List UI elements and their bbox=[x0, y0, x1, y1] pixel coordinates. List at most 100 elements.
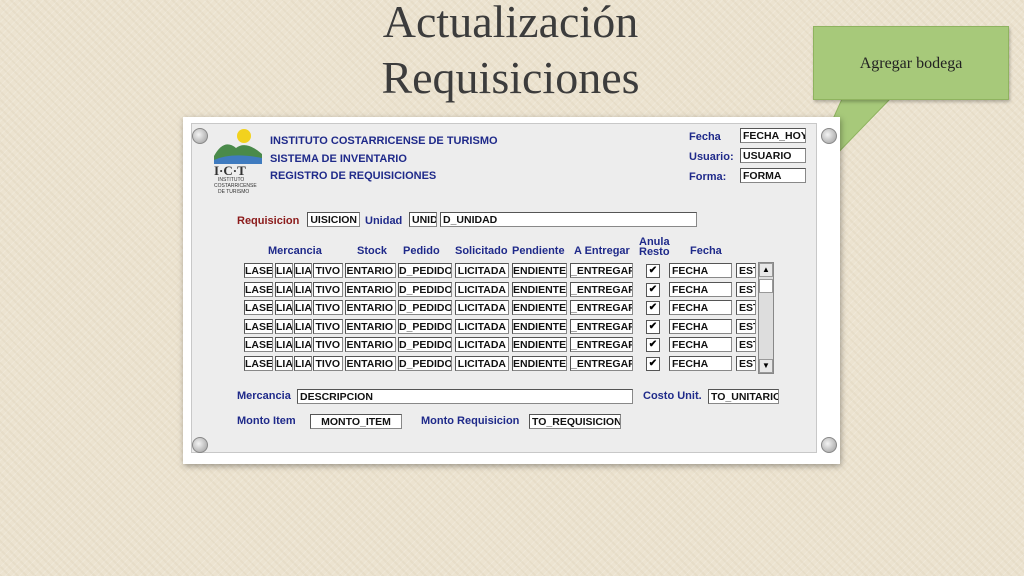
cell-entregar[interactable]: _ENTREGAR bbox=[570, 337, 633, 353]
cell-c2[interactable]: LIA bbox=[275, 300, 293, 316]
cell-c3[interactable]: LIA bbox=[294, 318, 312, 334]
col-header-pendiente: Pendiente bbox=[512, 245, 565, 257]
cell-fecha[interactable]: FECHA bbox=[669, 318, 732, 334]
col-header-a-entregar: A Entregar bbox=[574, 245, 630, 257]
cell-solicitado[interactable]: LICITADA bbox=[455, 263, 509, 278]
scroll-up-icon[interactable]: ▲ bbox=[759, 263, 773, 277]
unidad-code-field[interactable]: UNID bbox=[409, 212, 437, 227]
anula-checkbox[interactable]: ✔ bbox=[646, 301, 660, 316]
cell-stock[interactable]: ENTARIO bbox=[345, 337, 396, 353]
cell-solicitado[interactable]: LICITADA bbox=[455, 337, 509, 353]
col-header-resto: Resto bbox=[639, 246, 670, 258]
anula-checkbox[interactable]: ✔ bbox=[646, 319, 660, 334]
cell-stock[interactable]: ENTARIO bbox=[345, 263, 396, 278]
cell-entregar[interactable]: _ENTREGAR bbox=[570, 300, 633, 316]
requisicion-field[interactable]: UISICION bbox=[307, 212, 360, 227]
cell-est[interactable]: EST bbox=[736, 356, 756, 371]
cell-c3[interactable]: LIA bbox=[294, 300, 312, 316]
anula-checkbox[interactable]: ✔ bbox=[646, 338, 660, 353]
costo-label: Costo Unit. bbox=[643, 390, 702, 402]
cell-est[interactable]: EST bbox=[736, 281, 756, 297]
forma-field[interactable]: FORMA bbox=[740, 168, 806, 183]
monto-item-field[interactable]: MONTO_ITEM bbox=[310, 414, 402, 429]
cell-fecha[interactable]: FECHA bbox=[669, 281, 732, 297]
cell-c1[interactable]: LASE bbox=[244, 263, 273, 278]
cell-est[interactable]: EST bbox=[736, 300, 756, 316]
cell-c2[interactable]: LIA bbox=[275, 281, 293, 297]
scroll-down-icon[interactable]: ▼ bbox=[759, 359, 773, 373]
cell-solicitado[interactable]: LICITADA bbox=[455, 318, 509, 334]
cell-stock[interactable]: ENTARIO bbox=[345, 318, 396, 334]
cell-c4[interactable]: TIVO bbox=[313, 318, 343, 334]
pin-icon bbox=[821, 437, 837, 453]
cell-pedido[interactable]: D_PEDIDO bbox=[398, 337, 452, 353]
cell-c3[interactable]: LIA bbox=[294, 281, 312, 297]
cell-entregar[interactable]: _ENTREGAR bbox=[570, 318, 633, 334]
cell-pendiente[interactable]: ENDIENTE bbox=[512, 337, 567, 353]
cell-pendiente[interactable]: ENDIENTE bbox=[512, 356, 567, 371]
cell-est[interactable]: EST bbox=[736, 263, 756, 278]
cell-fecha[interactable]: FECHA bbox=[669, 337, 732, 353]
cell-c2[interactable]: LIA bbox=[275, 337, 293, 353]
fecha-field[interactable]: FECHA_HOY bbox=[740, 128, 806, 143]
cell-est[interactable]: EST bbox=[736, 318, 756, 334]
anula-checkbox[interactable]: ✔ bbox=[646, 264, 660, 278]
cell-pedido[interactable]: D_PEDIDO bbox=[398, 281, 452, 297]
mercancia-desc-field[interactable]: DESCRIPCION bbox=[297, 389, 633, 404]
pin-icon bbox=[192, 128, 208, 144]
cell-c4[interactable]: TIVO bbox=[313, 263, 343, 278]
pin-icon bbox=[821, 128, 837, 144]
cell-pedido[interactable]: D_PEDIDO bbox=[398, 300, 452, 316]
ict-logo-icon bbox=[214, 129, 262, 164]
module-name: REGISTRO DE REQUISICIONES bbox=[270, 170, 437, 182]
cell-pedido[interactable]: D_PEDIDO bbox=[398, 263, 452, 278]
cell-entregar[interactable]: _ENTREGAR bbox=[570, 356, 633, 371]
anula-checkbox[interactable]: ✔ bbox=[646, 357, 660, 371]
cell-pedido[interactable]: D_PEDIDO bbox=[398, 318, 452, 334]
cell-fecha[interactable]: FECHA bbox=[669, 300, 732, 316]
cell-solicitado[interactable]: LICITADA bbox=[455, 281, 509, 297]
cell-solicitado[interactable]: LICITADA bbox=[455, 300, 509, 316]
usuario-field[interactable]: USUARIO bbox=[740, 148, 806, 163]
cell-entregar[interactable]: _ENTREGAR bbox=[570, 281, 633, 297]
cell-entregar[interactable]: _ENTREGAR bbox=[570, 263, 633, 278]
cell-stock[interactable]: ENTARIO bbox=[345, 300, 396, 316]
cell-c1[interactable]: LASE bbox=[244, 281, 273, 297]
cell-c2[interactable]: LIA bbox=[275, 356, 293, 371]
cell-pedido[interactable]: D_PEDIDO bbox=[398, 356, 452, 371]
cell-pendiente[interactable]: ENDIENTE bbox=[512, 318, 567, 334]
scroll-thumb[interactable] bbox=[759, 279, 773, 293]
cell-pendiente[interactable]: ENDIENTE bbox=[512, 281, 567, 297]
cell-stock[interactable]: ENTARIO bbox=[345, 356, 396, 371]
cell-pendiente[interactable]: ENDIENTE bbox=[512, 300, 567, 316]
fecha-label: Fecha bbox=[689, 131, 721, 143]
cell-solicitado[interactable]: LICITADA bbox=[455, 356, 509, 371]
cell-c1[interactable]: LASE bbox=[244, 356, 273, 371]
table-scrollbar[interactable]: ▲ ▼ bbox=[758, 262, 774, 374]
cell-c3[interactable]: LIA bbox=[294, 263, 312, 278]
cell-c2[interactable]: LIA bbox=[275, 263, 293, 278]
cell-c4[interactable]: TIVO bbox=[313, 281, 343, 297]
cell-est[interactable]: EST bbox=[736, 337, 756, 353]
cell-fecha[interactable]: FECHA bbox=[669, 356, 732, 371]
cell-c4[interactable]: TIVO bbox=[313, 356, 343, 371]
logo-sub3: DE TURISMO bbox=[218, 189, 250, 195]
cell-c4[interactable]: TIVO bbox=[313, 300, 343, 316]
cell-c1[interactable]: LASE bbox=[244, 318, 273, 334]
cell-c3[interactable]: LIA bbox=[294, 337, 312, 353]
unidad-desc-field[interactable]: D_UNIDAD bbox=[440, 212, 697, 227]
cell-c1[interactable]: LASE bbox=[244, 337, 273, 353]
usuario-label: Usuario: bbox=[689, 151, 734, 163]
monto-req-field[interactable]: TO_REQUISICION bbox=[529, 414, 621, 429]
anula-checkbox[interactable]: ✔ bbox=[646, 282, 660, 297]
cell-c4[interactable]: TIVO bbox=[313, 337, 343, 353]
cell-c1[interactable]: LASE bbox=[244, 300, 273, 316]
col-header-stock: Stock bbox=[357, 245, 387, 257]
cell-c2[interactable]: LIA bbox=[275, 318, 293, 334]
cell-pendiente[interactable]: ENDIENTE bbox=[512, 263, 567, 278]
cell-fecha[interactable]: FECHA bbox=[669, 263, 732, 278]
monto-item-label: Monto Item bbox=[237, 415, 296, 427]
cell-stock[interactable]: ENTARIO bbox=[345, 281, 396, 297]
cell-c3[interactable]: LIA bbox=[294, 356, 312, 371]
costo-field[interactable]: TO_UNITARIO bbox=[708, 389, 779, 404]
